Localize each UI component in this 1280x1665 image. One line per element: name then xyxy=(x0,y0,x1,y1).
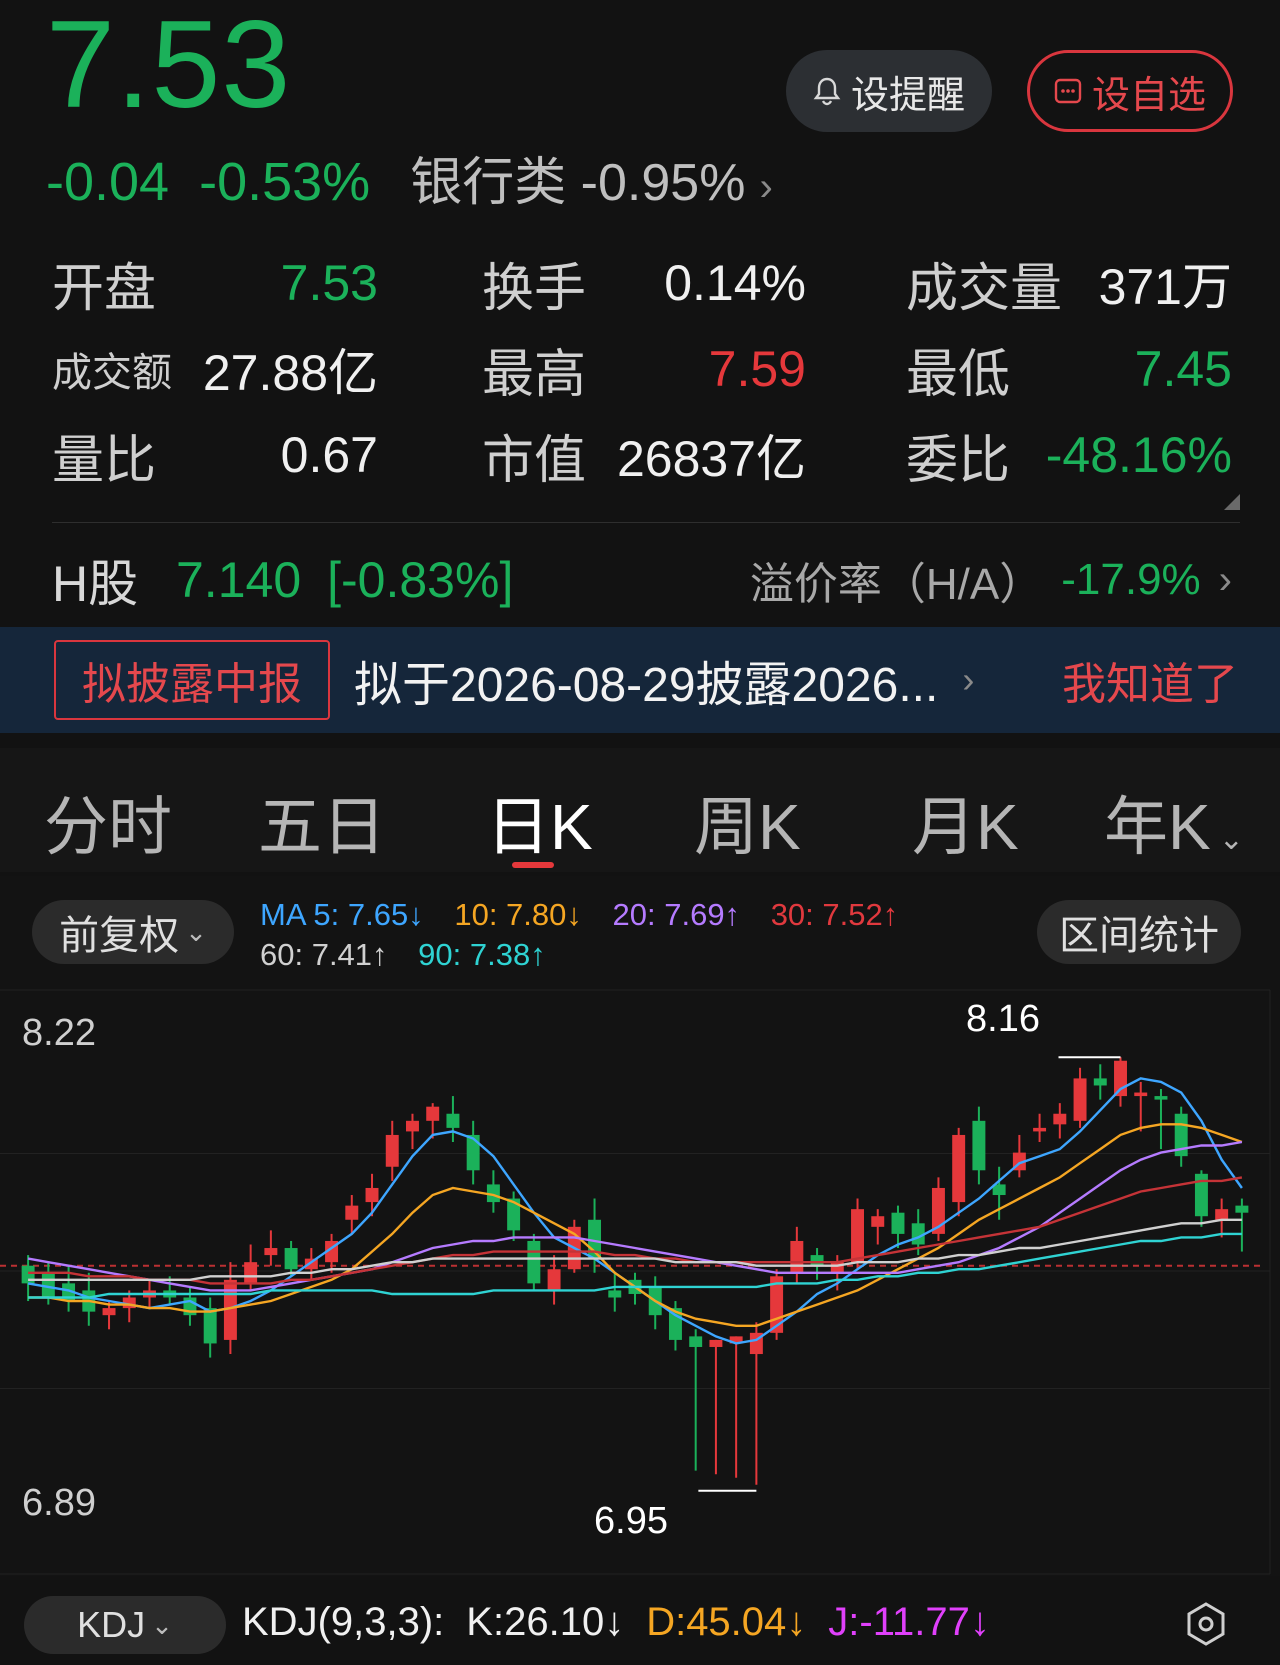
candle-body xyxy=(244,1262,258,1284)
ma-line-ma20 xyxy=(27,1140,1243,1292)
low-marker-label: 6.95 xyxy=(594,1500,668,1542)
candle-body xyxy=(1215,1209,1229,1220)
y-axis-bottom-label: 6.89 xyxy=(22,1482,96,1524)
candle-body xyxy=(1053,1113,1067,1125)
candle-body xyxy=(385,1134,399,1167)
candle-body xyxy=(790,1240,804,1273)
candle-body xyxy=(1134,1092,1148,1097)
candle-body xyxy=(1114,1060,1127,1097)
candle-body xyxy=(1033,1127,1047,1132)
high-marker-label: 8.16 xyxy=(966,998,1040,1040)
candlestick-chart[interactable] xyxy=(0,0,1280,1665)
candle-body xyxy=(102,1308,116,1316)
candle-body xyxy=(972,1120,986,1171)
candle-body xyxy=(365,1187,379,1203)
candle-body xyxy=(426,1106,440,1121)
candle-body xyxy=(264,1248,278,1256)
candle-body xyxy=(1154,1096,1168,1100)
candle-body xyxy=(871,1216,885,1227)
candle-body xyxy=(709,1339,723,1347)
y-axis-top-label: 8.22 xyxy=(22,1012,96,1054)
kdj-values: KDJ(9,3,3): K:26.10↓ D:45.04↓ J:-11.77↓ xyxy=(242,1600,990,1645)
candle-body xyxy=(1093,1078,1107,1086)
candle-body xyxy=(891,1212,905,1234)
candle-body xyxy=(1235,1205,1249,1213)
candle-body xyxy=(689,1336,703,1347)
candle-body xyxy=(466,1134,480,1171)
candle-body xyxy=(1073,1078,1087,1121)
candle-body xyxy=(345,1205,359,1220)
indicator-selector[interactable]: KDJ ⌄ xyxy=(24,1596,226,1654)
kdj-params: KDJ(9,3,3): xyxy=(242,1600,445,1644)
kdj-k: K:26.10↓ xyxy=(466,1600,625,1644)
candle-body xyxy=(952,1134,966,1203)
chevron-down-icon: ⌄ xyxy=(151,1609,173,1640)
kdj-j: J:-11.77↓ xyxy=(828,1600,990,1644)
kdj-d: D:45.04↓ xyxy=(646,1600,807,1644)
candle-body xyxy=(284,1248,298,1270)
candle-body xyxy=(810,1255,824,1266)
candle-body xyxy=(851,1209,864,1263)
candle-body xyxy=(406,1120,419,1132)
candle-body xyxy=(608,1290,622,1298)
candle-body xyxy=(547,1269,561,1291)
candle-body xyxy=(203,1308,217,1344)
ma-line-ma30 xyxy=(28,1176,1243,1285)
settings-icon[interactable] xyxy=(1182,1600,1230,1648)
candle-body xyxy=(527,1240,541,1284)
candle-body xyxy=(446,1113,460,1128)
indicator-label: KDJ xyxy=(77,1604,146,1645)
